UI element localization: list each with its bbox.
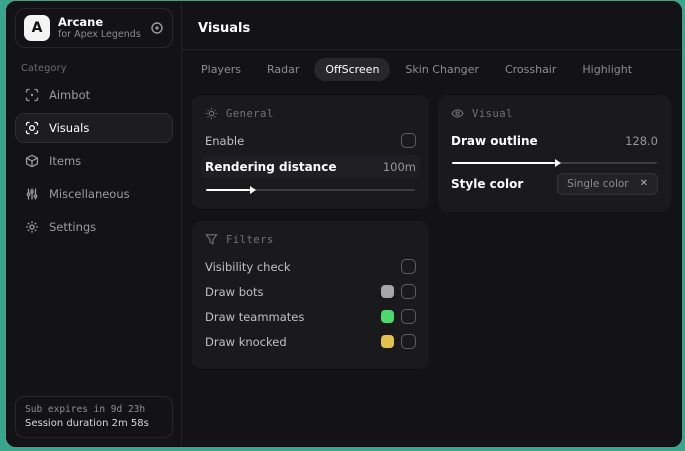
style-color-selected-value: Single color [567,178,629,190]
draw-teammates-color-swatch[interactable] [381,310,394,323]
general-panel: General Enable Rendering distance 100m [192,95,429,209]
tab-crosshair[interactable]: Crosshair [494,58,567,81]
sidebar-item-label: Aimbot [49,88,91,103]
tab-radar[interactable]: Radar [256,58,310,81]
draw-bots-color-swatch[interactable] [381,285,394,298]
sidebar-item-label: Items [49,154,82,169]
gear-icon [25,220,39,234]
enable-checkbox[interactable] [401,133,416,148]
sidebar-item-miscellaneous[interactable]: Miscellaneous [15,179,173,209]
page-title: Visuals [198,21,251,36]
sidebar-item-label: Settings [49,220,97,235]
app-subtitle: for Apex Legends [58,29,141,41]
rendering-distance-slider[interactable] [206,186,415,194]
visual-panel-title: Visual [472,107,513,120]
draw-bots-checkbox[interactable] [401,284,416,299]
visibility-check-label: Visibility check [205,259,291,274]
category-label: Category [21,63,67,75]
crosshair-icon [25,88,39,102]
general-panel-title: General [226,107,274,120]
clear-icon[interactable]: ✕ [640,179,648,189]
filters-panel-title: Filters [226,233,274,246]
rendering-distance-value: 100m [382,159,416,174]
target-icon[interactable] [150,21,164,35]
sidebar-item-items[interactable]: Items [15,146,173,176]
tab-highlight[interactable]: Highlight [571,58,643,81]
eye-icon [451,107,464,120]
brand-card: A Arcane for Apex Legends [15,8,173,49]
tab-offscreen[interactable]: OffScreen [314,58,391,81]
draw-outline-slider[interactable] [452,159,657,167]
draw-knocked-color-swatch[interactable] [381,335,394,348]
session-duration-text: Session duration 2m 58s [25,418,149,429]
scan-eye-icon [25,121,39,135]
sidebar-item-label: Miscellaneous [49,187,130,202]
filters-panel: Filters Visibility check Draw bots Draw … [192,221,429,369]
main-area: Visuals Players Radar OffScreen Skin Cha… [182,2,681,446]
sidebar-item-label: Visuals [49,121,90,136]
sidebar-item-aimbot[interactable]: Aimbot [15,80,173,110]
draw-teammates-label: Draw teammates [205,309,305,324]
desktop-background: A Arcane for Apex Legends Category Aimbo… [0,0,685,451]
draw-outline-label: Draw outline [451,133,538,148]
tab-skin-changer[interactable]: Skin Changer [394,58,490,81]
enable-label: Enable [205,133,245,148]
draw-teammates-checkbox[interactable] [401,309,416,324]
style-color-select[interactable]: Single color ✕ [557,173,658,195]
content-grid: General Enable Rendering distance 100m V… [182,85,681,369]
draw-bots-label: Draw bots [205,284,264,299]
tab-players[interactable]: Players [190,58,252,81]
sidebar-item-visuals[interactable]: Visuals [15,113,173,144]
style-color-label: Style color [451,177,524,191]
draw-knocked-label: Draw knocked [205,334,287,349]
sidebar-item-settings[interactable]: Settings [15,212,173,242]
sun-icon [205,107,218,120]
app-logo: A [24,15,50,42]
main-header: Visuals [182,2,681,50]
visibility-check-checkbox[interactable] [401,259,416,274]
visual-panel: Visual Draw outline 128.0 Style color Si… [438,95,671,212]
sliders-icon [25,187,39,201]
draw-knocked-checkbox[interactable] [401,334,416,349]
funnel-icon [205,233,218,246]
sidebar-nav: Aimbot Visuals Items Miscellaneous Setti… [15,80,173,242]
rendering-distance-label: Rendering distance [205,159,337,174]
app-name: Arcane [58,15,104,29]
draw-outline-slider-fill [452,159,560,167]
subscription-info: Sub expires in 9d 23h Session duration 2… [15,396,173,438]
arcane-window: A Arcane for Apex Legends Category Aimbo… [6,1,682,447]
box-icon [25,154,39,168]
draw-outline-value: 128.0 [625,133,658,148]
sub-expires-text: Sub expires in 9d 23h [25,404,146,415]
visuals-tabs: Players Radar OffScreen Skin Changer Cro… [182,50,681,85]
sidebar: A Arcane for Apex Legends Category Aimbo… [7,2,182,446]
rendering-distance-slider-fill [206,186,256,194]
